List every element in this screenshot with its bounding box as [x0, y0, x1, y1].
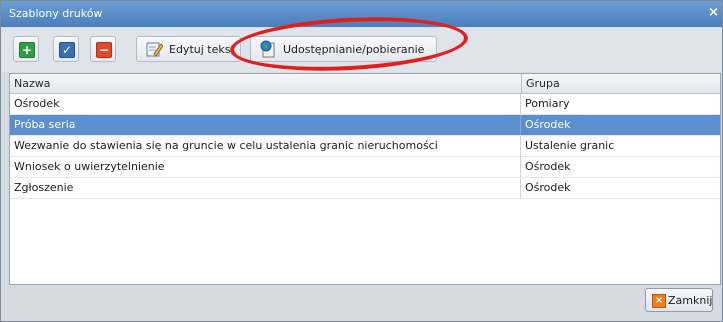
- dialog-window: Szablony druków × + ✓ − Edytuj tekst Udo…: [0, 0, 723, 322]
- cell-group: Ośrodek: [525, 118, 571, 131]
- table-header: Nazwa Grupa: [10, 74, 720, 94]
- globe-document-icon: [260, 40, 275, 58]
- table-row[interactable]: Zgłoszenie Ośrodek: [10, 178, 720, 199]
- check-icon: ✓: [59, 42, 75, 58]
- table-body: Ośrodek Pomiary Próba seria Ośrodek Wezwanie…: [10, 94, 720, 199]
- table-row[interactable]: Wezwanie do stawienia się na gruncie w c…: [10, 136, 720, 157]
- cell-name: Zgłoszenie: [10, 178, 521, 198]
- close-icon[interactable]: ×: [708, 5, 719, 20]
- close-button-label: Zamknij: [668, 294, 713, 307]
- table-row[interactable]: Ośrodek Pomiary: [10, 94, 720, 115]
- cell-group: Ustalenie granic: [525, 139, 615, 152]
- plus-icon: +: [19, 42, 35, 58]
- column-header-group[interactable]: Grupa: [522, 74, 720, 94]
- column-header-name[interactable]: Nazwa: [10, 74, 522, 94]
- confirm-button[interactable]: ✓: [53, 36, 79, 62]
- templates-table: Nazwa Grupa Ośrodek Pomiary Próba seria Ośr…: [9, 73, 721, 285]
- cell-group: Ośrodek: [525, 160, 571, 173]
- cell-name: Próba seria: [10, 115, 521, 135]
- add-button[interactable]: +: [13, 36, 39, 62]
- cell-group: Pomiary: [525, 97, 570, 110]
- cell-name: Ośrodek: [10, 94, 521, 114]
- cell-name: Wezwanie do stawienia się na gruncie w c…: [10, 136, 521, 156]
- close-x-icon: ×: [652, 294, 666, 308]
- cell-name: Wniosek o uwierzytelnienie: [10, 157, 521, 177]
- title-bar[interactable]: Szablony druków ×: [1, 1, 722, 27]
- table-row[interactable]: Wniosek o uwierzytelnienie Ośrodek: [10, 157, 720, 178]
- cell-group: Ośrodek: [525, 181, 571, 194]
- share-download-button[interactable]: Udostępnianie/pobieranie: [250, 36, 437, 62]
- delete-button[interactable]: −: [90, 36, 116, 62]
- toolbar: + ✓ − Edytuj tekst Udostępnianie/pobiera…: [1, 28, 722, 72]
- window-title: Szablony druków: [9, 7, 103, 20]
- edit-document-icon: [146, 42, 163, 57]
- table-row[interactable]: Próba seria Ośrodek: [10, 115, 720, 136]
- edit-text-label: Edytuj tekst: [169, 43, 235, 56]
- minus-icon: −: [96, 42, 112, 58]
- close-button[interactable]: × Zamknij: [645, 288, 713, 312]
- share-download-label: Udostępnianie/pobieranie: [283, 43, 425, 56]
- edit-text-button[interactable]: Edytuj tekst: [136, 36, 241, 62]
